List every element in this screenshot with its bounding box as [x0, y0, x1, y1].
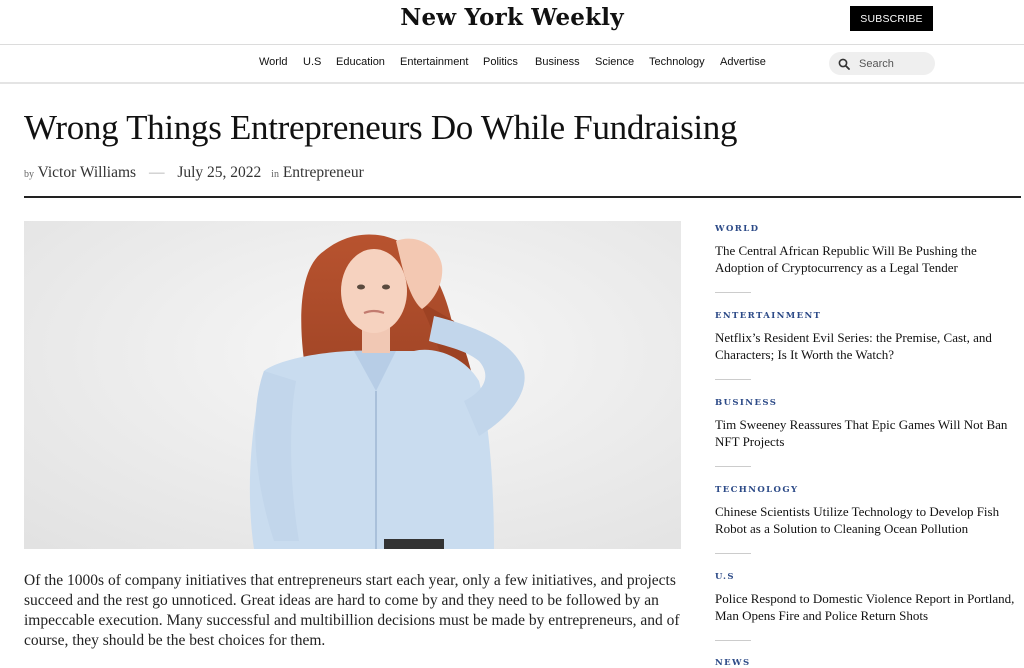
sidebar-divider — [715, 553, 751, 554]
in-label: in — [271, 169, 279, 180]
byline: by Victor Williams — July 25, 2022 in En… — [24, 164, 364, 182]
author-link[interactable]: Victor Williams — [38, 164, 136, 181]
nav-item-business[interactable]: Business — [535, 56, 580, 68]
article-date: July 25, 2022 — [177, 164, 262, 181]
story-title[interactable]: Netflix’s Resident Evil Series: the Prem… — [715, 329, 1015, 363]
header-divider — [24, 196, 1021, 198]
category-link[interactable]: Entrepreneur — [283, 164, 364, 181]
article-body: Of the 1000s of company initiatives that… — [24, 572, 680, 649]
subscribe-button[interactable]: SUBSCRIBE — [850, 6, 933, 31]
byline-separator: — — [148, 164, 165, 181]
story-title[interactable]: Tim Sweeney Reassures That Epic Games Wi… — [715, 416, 1015, 450]
sidebar-divider — [715, 379, 751, 380]
sidebar-story[interactable]: WORLD The Central African Republic Will … — [715, 224, 1015, 276]
sidebar-story[interactable]: BUSINESS Tim Sweeney Reassures That Epic… — [715, 398, 1015, 450]
nav-item-us[interactable]: U.S — [303, 56, 321, 68]
story-category[interactable]: NEWS — [715, 658, 1015, 668]
article-hero-image — [24, 221, 681, 549]
sidebar-divider — [715, 466, 751, 467]
story-title[interactable]: Chinese Scientists Utilize Technology to… — [715, 503, 1015, 537]
masthead: New York Weekly SUBSCRIBE — [0, 0, 1024, 45]
sidebar-story[interactable]: NEWS — [715, 658, 1015, 668]
story-title[interactable]: Police Respond to Domestic Violence Repo… — [715, 590, 1015, 624]
nav-item-science[interactable]: Science — [595, 56, 634, 68]
nav-item-education[interactable]: Education — [336, 56, 385, 68]
story-category[interactable]: ENTERTAINMENT — [715, 311, 1015, 321]
story-title[interactable]: The Central African Republic Will Be Pus… — [715, 242, 1015, 276]
sidebar-story[interactable]: ENTERTAINMENT Netflix’s Resident Evil Se… — [715, 311, 1015, 363]
story-category[interactable]: BUSINESS — [715, 398, 1015, 408]
sidebar-story[interactable]: TECHNOLOGY Chinese Scientists Utilize Te… — [715, 485, 1015, 537]
sidebar-divider — [715, 640, 751, 641]
sidebar-story[interactable]: U.S Police Respond to Domestic Violence … — [715, 572, 1015, 624]
nav-item-politics[interactable]: Politics — [483, 56, 518, 68]
search-box[interactable] — [829, 52, 935, 75]
sidebar-divider — [715, 292, 751, 293]
nav-item-technology[interactable]: Technology — [649, 56, 705, 68]
by-label: by — [24, 169, 34, 180]
nav-item-world[interactable]: World — [259, 56, 288, 68]
search-input[interactable] — [857, 56, 931, 71]
story-category[interactable]: WORLD — [715, 224, 1015, 234]
nav-item-advertise[interactable]: Advertise — [720, 56, 766, 68]
story-category[interactable]: U.S — [715, 572, 1015, 582]
story-category[interactable]: TECHNOLOGY — [715, 485, 1015, 495]
main-nav: World U.S Education Entertainment Politi… — [0, 44, 1024, 84]
search-icon[interactable] — [838, 58, 850, 70]
article-title: Wrong Things Entrepreneurs Do While Fund… — [24, 108, 738, 147]
nav-item-entertainment[interactable]: Entertainment — [400, 56, 468, 68]
